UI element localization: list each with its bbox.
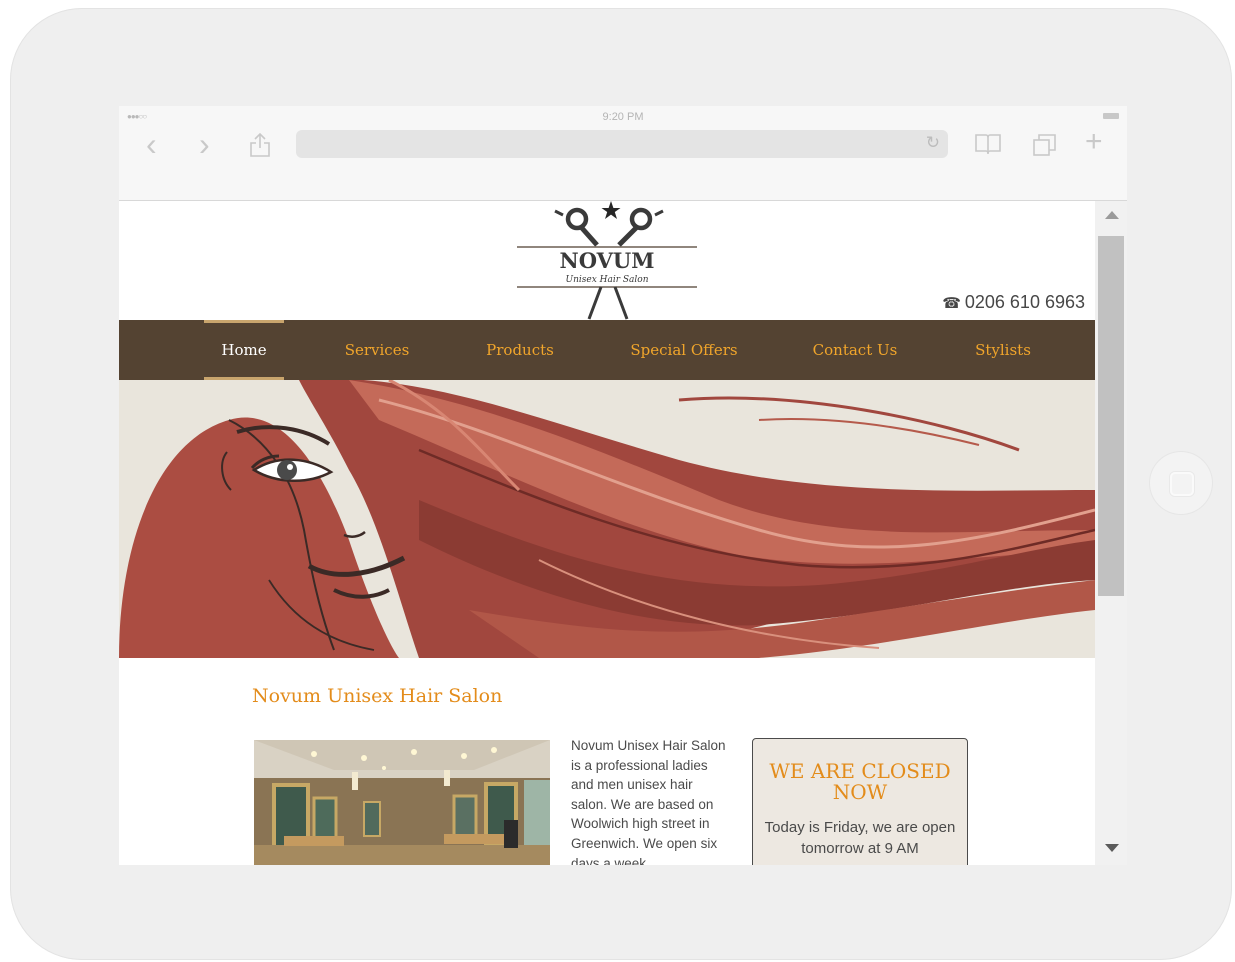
nav-special-offers[interactable]: Special Offers bbox=[619, 320, 749, 380]
hero-banner-image bbox=[119, 380, 1095, 658]
nav-contact-us[interactable]: Contact Us bbox=[799, 320, 911, 380]
nav-products[interactable]: Products bbox=[474, 320, 566, 380]
phone-number-text: 0206 610 6963 bbox=[964, 292, 1085, 312]
tabs-icon[interactable] bbox=[1032, 132, 1058, 163]
scroll-down-arrow-icon[interactable] bbox=[1105, 844, 1119, 852]
chevron-right-icon[interactable]: › bbox=[199, 128, 210, 160]
ipad-screen: ●●●○○ 9:20 PM ‹ › ↻ + NOVUM Unisex Hair … bbox=[119, 106, 1127, 865]
main-nav: Home Services Products Special Offers Co… bbox=[119, 320, 1095, 380]
ipad-home-button[interactable] bbox=[1150, 452, 1212, 514]
logo-name: NOVUM bbox=[560, 248, 655, 273]
closed-status-title: WE ARE CLOSED NOW bbox=[769, 759, 951, 804]
phone-icon: ☎ bbox=[942, 295, 961, 312]
status-time: 9:20 PM bbox=[602, 111, 644, 123]
chevron-left-icon[interactable]: ‹ bbox=[146, 128, 157, 160]
home-button-square-icon bbox=[1170, 472, 1194, 496]
plus-icon[interactable]: + bbox=[1085, 127, 1103, 157]
scroll-up-arrow-icon[interactable] bbox=[1105, 211, 1119, 219]
opening-status-box: WE ARE CLOSED NOW Today is Friday, we ar… bbox=[752, 738, 968, 865]
intro-text: Novum Unisex Hair Salon is a professiona… bbox=[571, 738, 726, 865]
share-icon[interactable] bbox=[248, 132, 272, 163]
scrollbar-thumb[interactable] bbox=[1098, 236, 1124, 596]
site-logo[interactable]: NOVUM Unisex Hair Salon bbox=[515, 201, 699, 323]
nav-stylists[interactable]: Stylists bbox=[959, 320, 1047, 380]
browser-chrome: ●●●○○ 9:20 PM ‹ › ↻ + bbox=[119, 106, 1127, 201]
logo-tagline: Unisex Hair Salon bbox=[565, 275, 648, 285]
web-page: NOVUM Unisex Hair Salon ☎ 0206 610 6963 H… bbox=[119, 201, 1095, 865]
phone-number[interactable]: ☎ 0206 610 6963 bbox=[942, 292, 1085, 313]
address-bar[interactable]: ↻ bbox=[296, 130, 948, 158]
reload-icon[interactable]: ↻ bbox=[926, 133, 940, 153]
closed-status-text: Today is Friday, we are open tomorrow at… bbox=[764, 819, 956, 857]
salon-interior-photo bbox=[254, 740, 550, 865]
nav-home[interactable]: Home bbox=[204, 320, 284, 380]
page-title: Novum Unisex Hair Salon bbox=[252, 685, 503, 707]
page-scrollbar[interactable] bbox=[1095, 201, 1127, 865]
nav-services[interactable]: Services bbox=[331, 320, 423, 380]
book-icon[interactable] bbox=[974, 132, 1002, 161]
battery-icon bbox=[1103, 113, 1119, 119]
